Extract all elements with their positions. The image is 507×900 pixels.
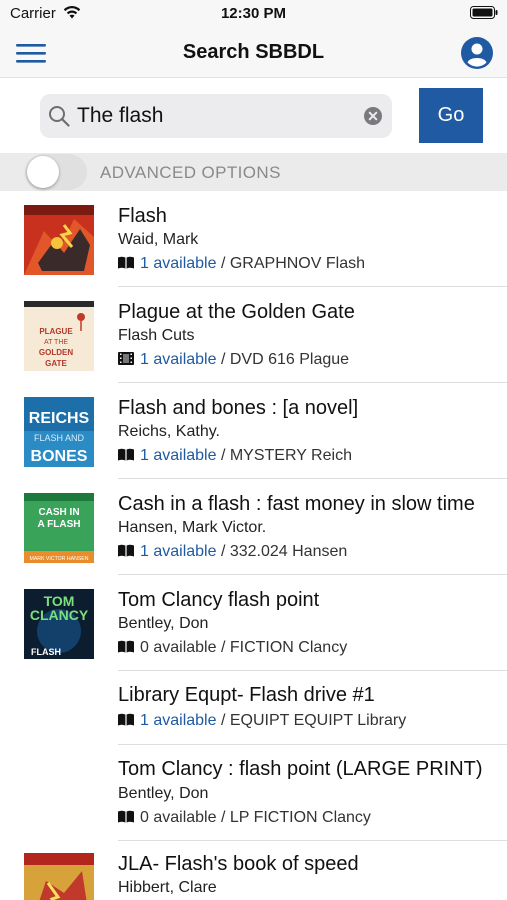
- cover-text-line: CLANCY: [30, 607, 89, 623]
- call-number: MYSTERY Reich: [229, 447, 352, 464]
- availability-link[interactable]: 1 available: [140, 543, 217, 560]
- result-author: Hansen, Mark Victor.: [118, 519, 267, 536]
- cover-text-line: PLAGUE: [39, 327, 73, 336]
- search-area: Go: [0, 79, 507, 153]
- advanced-options-toggle[interactable]: [25, 154, 87, 190]
- meta-separator: /: [216, 809, 230, 826]
- result-author: Bentley, Don: [118, 615, 209, 632]
- availability-link[interactable]: 1 available: [140, 351, 217, 368]
- call-number: LP FICTION Clancy: [229, 809, 371, 826]
- meta-separator: /: [216, 639, 230, 656]
- cover-text-line: MARK VICTOR HANSEN: [30, 556, 89, 562]
- call-number: GRAPHNOV Flash: [229, 255, 365, 272]
- page-title: Search SBBDL: [182, 41, 325, 63]
- list-item[interactable]: Tom Clancy : flash point (LARGE PRINT) B…: [0, 745, 507, 841]
- availability-link[interactable]: 1 available: [140, 712, 217, 729]
- cover-text-line: REICHS: [29, 410, 90, 427]
- list-item[interactable]: TOM CLANCY FLASH Tom Clancy flash point …: [0, 575, 507, 671]
- result-title: Flash and bones : [a novel]: [118, 397, 359, 419]
- result-title: Cash in a flash : fast money in slow tim…: [118, 493, 475, 515]
- cover-image: REICHS FLASH AND BONES: [24, 397, 94, 467]
- cover-text-line: BONES: [31, 448, 88, 465]
- cover-text-line: FLASH AND: [34, 433, 85, 443]
- result-title: Tom Clancy : flash point (LARGE PRINT): [118, 758, 483, 780]
- book-icon: [118, 544, 134, 557]
- battery-icon: [470, 6, 498, 19]
- nav-bar: Search SBBDL: [0, 30, 507, 78]
- list-item[interactable]: CASH IN A FLASH MARK VICTOR HANSEN Cash …: [0, 479, 507, 575]
- result-title: Library Equpt- Flash drive #1: [118, 684, 375, 706]
- call-number: DVD 616 Plague: [229, 351, 350, 368]
- result-meta: 0 available / LP FICTION Clancy: [118, 809, 371, 827]
- meta-separator: /: [216, 255, 230, 272]
- cover-text-line: GOLDEN: [39, 348, 73, 357]
- cover-text-line: CASH IN: [38, 507, 79, 518]
- availability-text: 0 available: [140, 639, 217, 656]
- cover-text-line: GATE: [45, 359, 67, 368]
- meta-separator: /: [216, 543, 230, 560]
- result-title: Flash: [118, 205, 167, 227]
- go-button[interactable]: Go: [419, 88, 483, 143]
- status-bar: Carrier 12:30 PM: [0, 0, 507, 30]
- book-icon: [118, 640, 134, 653]
- result-meta: 1 available / DVD 616 Plague: [118, 351, 349, 369]
- list-item[interactable]: Library Equpt- Flash drive #1 1 availabl…: [0, 671, 507, 745]
- status-time: 12:30 PM: [220, 5, 287, 22]
- list-item[interactable]: Flash Waid, Mark 1 available / GRAPHNOV …: [0, 191, 507, 287]
- clear-icon[interactable]: [364, 107, 382, 125]
- search-icon: [49, 106, 70, 127]
- result-meta: 1 available / MYSTERY Reich: [118, 447, 352, 465]
- cover-image: CASH IN A FLASH MARK VICTOR HANSEN: [24, 493, 94, 563]
- result-title: Plague at the Golden Gate: [118, 301, 355, 323]
- list-item[interactable]: JLA- Flash's book of speed Hibbert, Clar…: [0, 841, 507, 900]
- cover-text-line: A FLASH: [38, 519, 81, 530]
- search-box[interactable]: [40, 94, 392, 138]
- search-input[interactable]: [77, 94, 357, 138]
- meta-separator: /: [216, 351, 230, 368]
- call-number: 332.024 Hansen: [229, 543, 348, 560]
- meta-separator: /: [216, 447, 230, 464]
- advanced-options-bar: ADVANCED OPTIONS: [0, 153, 507, 191]
- result-meta: 0 available / FICTION Clancy: [118, 639, 347, 657]
- cover-image: TOM CLANCY FLASH: [24, 589, 94, 659]
- cover-text-line: AT THE: [44, 339, 68, 346]
- toggle-knob: [27, 156, 59, 188]
- cover-image: [24, 853, 94, 900]
- call-number: FICTION Clancy: [229, 639, 348, 656]
- list-item[interactable]: REICHS FLASH AND BONES Flash and bones :…: [0, 383, 507, 479]
- cover-image: [24, 205, 94, 275]
- result-author: Hibbert, Clare: [118, 879, 217, 896]
- result-meta: 1 available / 332.024 Hansen: [118, 543, 347, 561]
- dvd-icon: [118, 352, 134, 365]
- availability-link[interactable]: 1 available: [140, 255, 217, 272]
- list-item[interactable]: PLAGUE AT THE GOLDEN GATE Plague at the …: [0, 287, 507, 383]
- availability-link[interactable]: 1 available: [140, 447, 217, 464]
- result-meta: 1 available / EQUIPT EQUIPT Library: [118, 712, 406, 730]
- cover-text-line: FLASH: [31, 647, 61, 657]
- book-icon: [118, 810, 134, 823]
- book-icon: [118, 448, 134, 461]
- call-number: EQUIPT EQUIPT Library: [229, 712, 407, 729]
- result-author: Flash Cuts: [118, 327, 195, 344]
- book-icon: [118, 713, 134, 726]
- hamburger-menu-icon[interactable]: [16, 42, 46, 64]
- account-icon[interactable]: [461, 37, 493, 69]
- book-icon: [118, 256, 134, 269]
- meta-separator: /: [216, 712, 230, 729]
- result-meta: 1 available / GRAPHNOV Flash: [118, 255, 365, 273]
- result-author: Bentley, Don: [118, 785, 209, 802]
- result-title: Tom Clancy flash point: [118, 589, 320, 611]
- results-list: Flash Waid, Mark 1 available / GRAPHNOV …: [0, 191, 507, 900]
- cover-image: PLAGUE AT THE GOLDEN GATE: [24, 301, 94, 371]
- advanced-options-label: ADVANCED OPTIONS: [100, 163, 281, 182]
- result-author: Reichs, Kathy.: [118, 423, 220, 440]
- result-title: JLA- Flash's book of speed: [118, 853, 359, 875]
- availability-text: 0 available: [140, 809, 217, 826]
- result-author: Waid, Mark: [118, 231, 199, 248]
